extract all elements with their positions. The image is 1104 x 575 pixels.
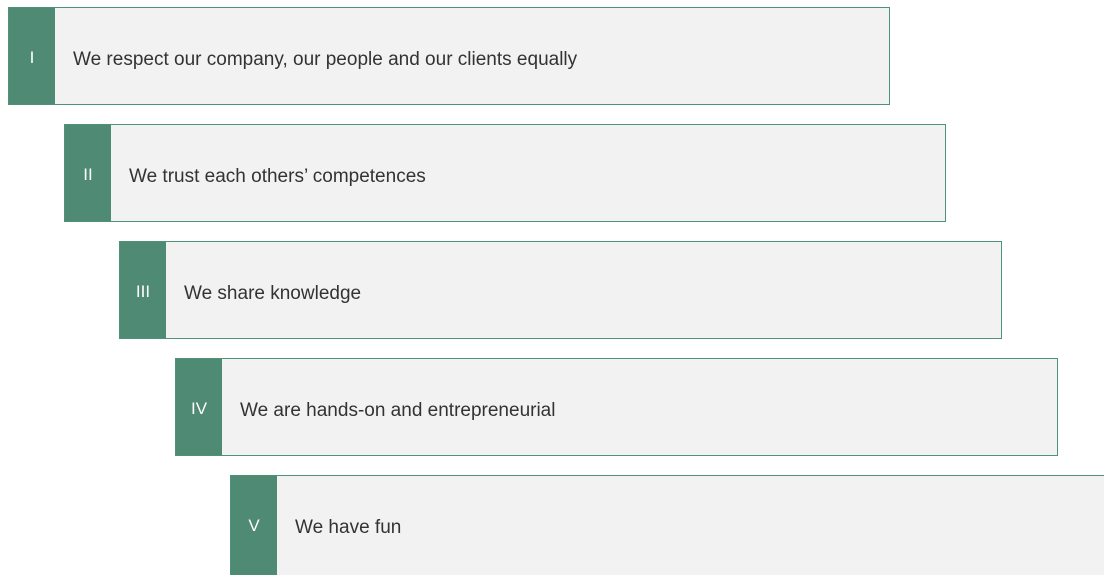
step-numeral: V — [231, 476, 277, 575]
step-label: We have fun — [295, 517, 402, 538]
step-label: We are hands-on and entrepreneurial — [240, 400, 556, 421]
value-step-4: IV We are hands-on and entrepreneurial — [175, 358, 1058, 456]
step-label: We trust each others’ competences — [129, 166, 426, 187]
step-numeral: IV — [176, 359, 222, 455]
step-label: We respect our company, our people and o… — [73, 49, 578, 70]
value-step-3: III We share knowledge — [119, 241, 1002, 339]
step-numeral: I — [9, 8, 55, 104]
value-step-1: I We respect our company, our people and… — [8, 7, 890, 105]
step-label: We share knowledge — [184, 283, 362, 304]
value-step-2: II We trust each others’ competences — [64, 124, 946, 222]
step-numeral: II — [65, 125, 111, 221]
step-numeral: III — [120, 242, 166, 338]
value-step-5: V We have fun — [230, 475, 1104, 575]
